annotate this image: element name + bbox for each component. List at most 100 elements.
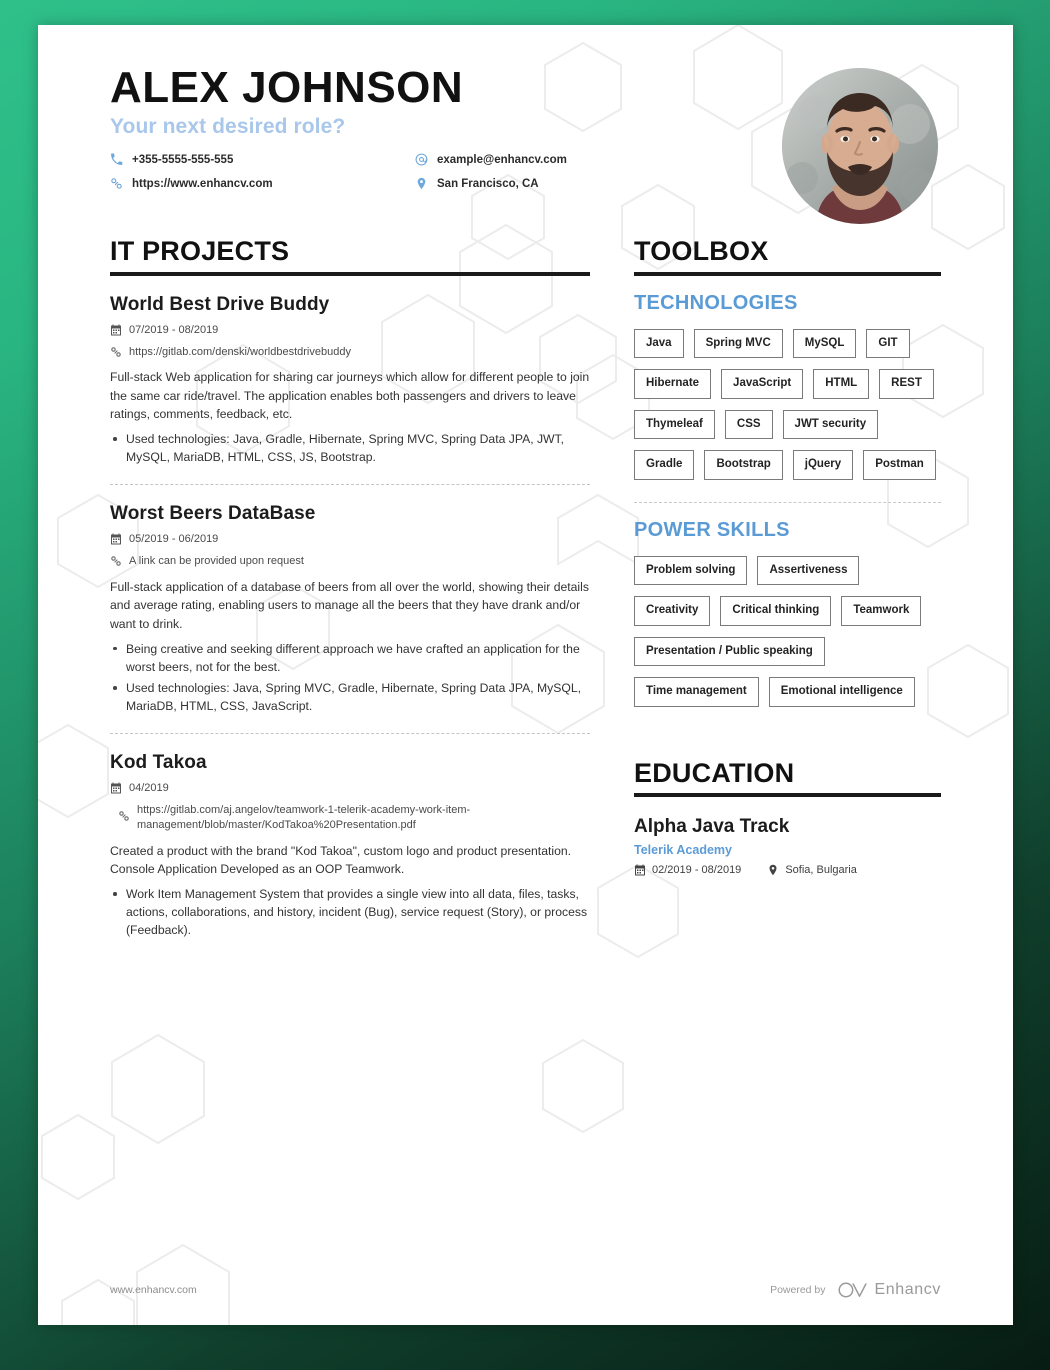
- power-skill-tag[interactable]: Assertiveness: [757, 555, 860, 586]
- project-link-text: A link can be provided upon request: [129, 555, 304, 568]
- technology-tag[interactable]: Gradle: [634, 450, 695, 480]
- contact-phone-text: +355-5555-555-555: [132, 153, 234, 166]
- contact-phone[interactable]: +355-5555-555-555: [110, 153, 415, 166]
- project-date: 07/2019 - 08/2019: [110, 323, 590, 338]
- power-skill-tag[interactable]: Critical thinking: [720, 596, 832, 626]
- section-it-projects: IT PROJECTS World Best Drive Buddy 07/20…: [110, 236, 590, 939]
- project-bullets: Work Item Management System that provide…: [110, 885, 590, 939]
- enhancv-logo: Enhancv: [838, 1281, 941, 1299]
- power-skill-tag[interactable]: Presentation / Public speaking: [634, 636, 825, 667]
- project-date-text: 07/2019 - 08/2019: [129, 323, 219, 336]
- project-bullets: Used technologies: Java, Gradle, Hiberna…: [110, 430, 590, 466]
- power-skill-tag[interactable]: Time management: [634, 677, 759, 707]
- page-footer: www.enhancv.com Powered by Enhancv: [110, 1281, 941, 1299]
- email-icon: [415, 153, 428, 166]
- power-skill-tag[interactable]: Teamwork: [841, 596, 922, 626]
- link-icon: [118, 810, 130, 822]
- section-rule: [634, 271, 941, 276]
- resume-page: ALEX JOHNSON Your next desired role? +35…: [38, 25, 1013, 1325]
- project-title: Worst Beers DataBase: [110, 503, 316, 525]
- project-date-text: 04/2019: [129, 782, 169, 795]
- contact-website-text: https://www.enhancv.com: [132, 177, 273, 190]
- power-skill-tag[interactable]: Problem solving: [634, 555, 748, 586]
- technology-tag[interactable]: Spring MVC: [693, 328, 783, 359]
- section-education: EDUCATION Alpha Java Track Telerik Acade…: [634, 757, 941, 876]
- project-bullet: Work Item Management System that provide…: [110, 885, 590, 939]
- enhancv-wordmark: Enhancv: [874, 1281, 941, 1298]
- project-link-text: https://gitlab.com/aj.angelov/teamwork-1…: [137, 803, 471, 831]
- education-location: Sofia, Bulgaria: [767, 864, 857, 876]
- calendar-icon: [110, 533, 122, 545]
- project-date: 05/2019 - 06/2019: [110, 532, 590, 547]
- power-skill-tag[interactable]: Emotional intelligence: [768, 677, 915, 707]
- technology-tag[interactable]: GIT: [866, 328, 910, 359]
- technology-tag[interactable]: Postman: [863, 450, 936, 480]
- power-skill-tag[interactable]: Creativity: [634, 596, 711, 626]
- technology-tag[interactable]: HTML: [813, 369, 870, 399]
- project-description: Full-stack application of a database of …: [110, 580, 589, 631]
- education-location-text: Sofia, Bulgaria: [785, 864, 857, 877]
- phone-icon: [110, 153, 123, 166]
- education-organization: Telerik Academy: [634, 843, 732, 858]
- technology-tag[interactable]: Java: [634, 328, 684, 359]
- project-description: Created a product with the brand "Kod Ta…: [110, 843, 572, 876]
- link-icon: [110, 555, 122, 567]
- technology-tag[interactable]: Bootstrap: [704, 450, 783, 480]
- subsection-heading-power-skills: POWER SKILLS: [634, 518, 790, 541]
- contact-website[interactable]: https://www.enhancv.com: [110, 177, 415, 190]
- contact-location-text: San Francisco, CA: [437, 177, 539, 190]
- project-link[interactable]: https://gitlab.com/denski/worldbestdrive…: [110, 345, 590, 360]
- subsection-heading-technologies: TECHNOLOGIES: [634, 291, 798, 314]
- technology-tag[interactable]: JWT security: [782, 409, 879, 440]
- right-column: TOOLBOX TECHNOLOGIES Java Spring MVC MyS…: [634, 236, 941, 942]
- project-date: 04/2019: [110, 781, 590, 796]
- section-heading-it-projects: IT PROJECTS: [110, 236, 290, 266]
- technology-tag[interactable]: Thymeleaf: [634, 409, 715, 440]
- calendar-icon: [634, 864, 646, 876]
- project-bullets: Being creative and seeking different app…: [110, 640, 590, 715]
- education-meta: 02/2019 - 08/2019 Sofia, Bulgaria: [634, 864, 941, 876]
- education-date-text: 02/2019 - 08/2019: [652, 864, 742, 877]
- education-date: 02/2019 - 08/2019: [634, 864, 741, 876]
- calendar-icon: [110, 324, 122, 336]
- project-bullet: Used technologies: Java, Spring MVC, Gra…: [110, 679, 590, 715]
- project-bullet: Used technologies: Java, Gradle, Hiberna…: [110, 430, 590, 466]
- technology-tag[interactable]: CSS: [724, 409, 773, 440]
- avatar: [782, 68, 938, 224]
- technology-tag-list: Java Spring MVC MySQL GIT Hibernate Java…: [634, 328, 941, 480]
- enhancv-logo-icon: [838, 1282, 867, 1298]
- link-icon: [110, 346, 122, 358]
- footer-website[interactable]: www.enhancv.com: [110, 1284, 197, 1296]
- location-icon: [415, 177, 428, 190]
- contact-email-text: example@enhancv.com: [437, 153, 567, 166]
- section-toolbox: TOOLBOX TECHNOLOGIES Java Spring MVC MyS…: [634, 236, 941, 707]
- project-link[interactable]: https://gitlab.com/aj.angelov/teamwork-1…: [110, 803, 590, 833]
- section-rule: [634, 793, 941, 798]
- location-icon: [767, 864, 779, 876]
- project-entry: Worst Beers DataBase 05/2019 - 06/2019 A…: [110, 485, 590, 715]
- powered-by-label: Powered by: [770, 1284, 826, 1296]
- left-column: IT PROJECTS World Best Drive Buddy 07/20…: [110, 236, 590, 942]
- resume-header: ALEX JOHNSON Your next desired role? +35…: [110, 25, 941, 225]
- calendar-icon: [110, 782, 122, 794]
- link-icon: [110, 177, 123, 190]
- toolbox-separator: [634, 501, 941, 503]
- project-link-text: https://gitlab.com/denski/worldbestdrive…: [129, 345, 351, 358]
- project-entry: World Best Drive Buddy 07/2019 - 08/2019: [110, 276, 590, 467]
- project-date-text: 05/2019 - 06/2019: [129, 533, 219, 546]
- section-heading-toolbox: TOOLBOX: [634, 236, 769, 266]
- project-description: Full-stack Web application for sharing c…: [110, 370, 590, 421]
- project-link[interactable]: A link can be provided upon request: [110, 554, 590, 569]
- education-entry: Alpha Java Track Telerik Academy 02/2019…: [634, 816, 941, 876]
- project-bullet: Being creative and seeking different app…: [110, 640, 590, 676]
- technology-tag[interactable]: MySQL: [792, 328, 857, 359]
- project-title: Kod Takoa: [110, 752, 207, 774]
- education-title: Alpha Java Track: [634, 816, 790, 838]
- technology-tag[interactable]: jQuery: [792, 450, 854, 480]
- technology-tag[interactable]: Hibernate: [634, 369, 712, 399]
- project-title: World Best Drive Buddy: [110, 293, 330, 315]
- technology-tag[interactable]: JavaScript: [721, 369, 804, 399]
- section-heading-education: EDUCATION: [634, 757, 795, 788]
- technology-tag[interactable]: REST: [879, 369, 934, 399]
- project-entry: Kod Takoa 04/2019 https://gitlab.com/aj.…: [110, 734, 590, 939]
